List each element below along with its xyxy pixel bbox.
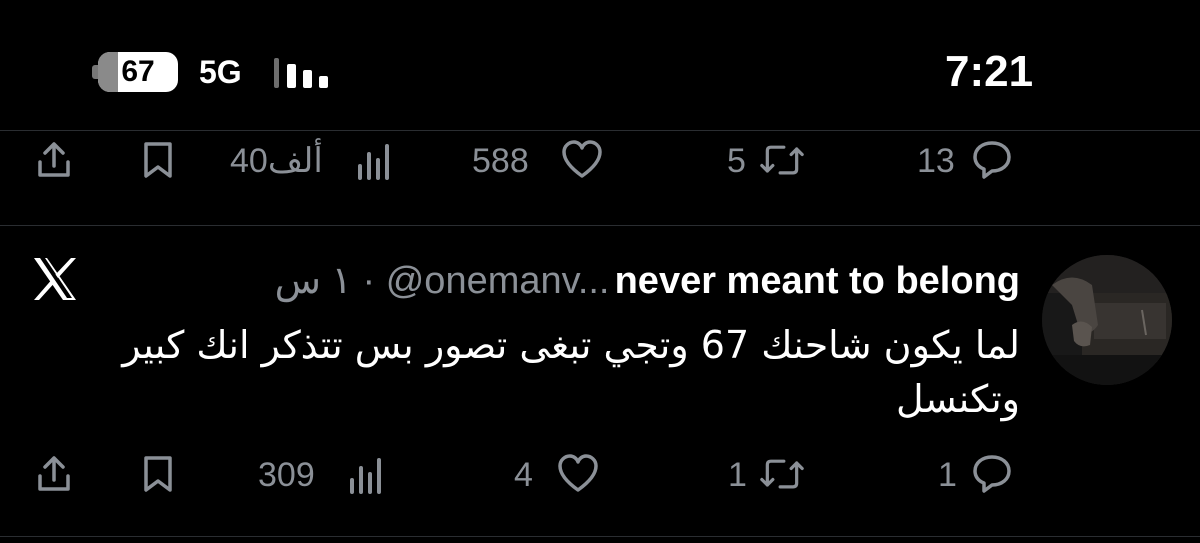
x-logo-icon[interactable] — [30, 254, 80, 304]
reply-count: 13 — [917, 142, 955, 180]
divider — [0, 225, 1200, 226]
repost-count: 5 — [727, 142, 746, 180]
status-time: 7:21 — [945, 47, 1034, 96]
repost-count: 1 — [728, 456, 747, 494]
views-chart-icon — [346, 454, 390, 498]
separator-dot: · — [351, 260, 386, 302]
battery-level: 67 — [121, 55, 155, 88]
views-chart-icon — [354, 140, 398, 184]
bookmark-icon[interactable] — [136, 452, 180, 496]
divider — [0, 536, 1200, 537]
tweet-time[interactable]: ١ س — [275, 260, 352, 302]
reply-bubble-icon — [970, 138, 1014, 182]
signal-bars-icon — [274, 56, 338, 90]
reply-bubble-icon — [970, 452, 1014, 496]
like-count: 4 — [514, 456, 533, 494]
tweet-handle[interactable]: @onemanv... — [386, 260, 610, 302]
avatar[interactable] — [1042, 255, 1172, 385]
divider — [0, 130, 1200, 131]
tweet-display-name[interactable]: never meant to belong — [615, 260, 1020, 302]
battery-indicator: 67 — [92, 52, 178, 92]
heart-icon — [556, 452, 600, 496]
tweet-text: لما يكون شاحنك 67 وتجي تبغى تصور بس تتذك… — [122, 323, 1020, 421]
repost-icon — [760, 138, 804, 182]
share-icon[interactable] — [32, 138, 76, 182]
heart-icon — [560, 138, 604, 182]
views-count: 309 — [258, 456, 315, 494]
share-icon[interactable] — [32, 452, 76, 496]
bookmark-icon[interactable] — [136, 138, 180, 182]
network-type: 5G — [199, 54, 242, 90]
reply-count: 1 — [938, 456, 957, 494]
like-count: 588 — [472, 142, 529, 180]
views-count: 40ألف — [230, 142, 323, 180]
repost-icon — [760, 452, 804, 496]
tweet-header: ١ س · @onemanv... never meant to belong — [140, 256, 1020, 306]
